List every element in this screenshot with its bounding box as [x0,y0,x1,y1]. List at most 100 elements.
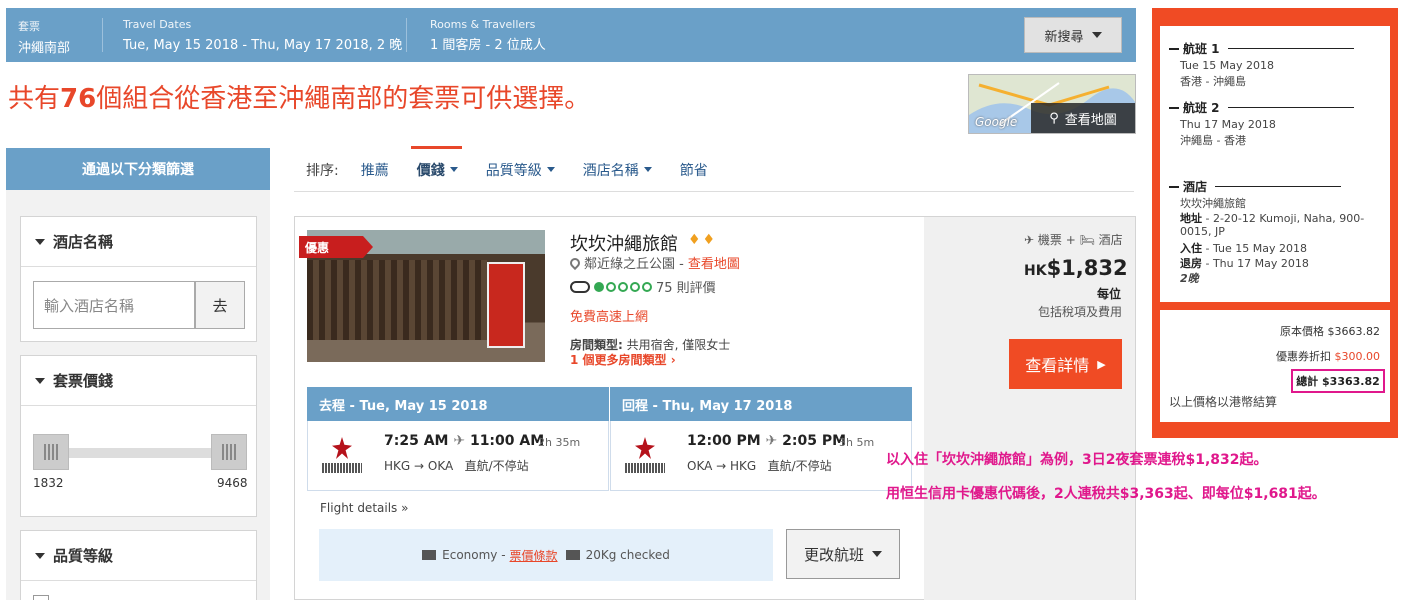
rooms-travellers-field[interactable]: Rooms & Travellers 1 間客房 - 2 位成人 [430,18,546,53]
hotel-name-input[interactable]: 輸入酒店名稱 [33,281,195,329]
results-count: 76 [60,84,97,114]
filter-title: 通過以下分類篩選 [6,148,270,198]
map-pin-icon [567,255,583,270]
hotel-photo-vending-machine [487,262,525,348]
price-filter-heading: 套票價錢 [53,372,114,390]
return-arrive-time: 2:05 PM [782,433,847,449]
sort-quality[interactable]: 品質等級 [486,160,555,180]
chevron-down-icon [546,167,555,172]
annotation-line-1: 以入住「坎坎沖繩旅館」為例，3日2夜套票連稅$1,832起。 [886,452,1268,468]
quality-filter-header[interactable]: 品質等級 [21,531,256,581]
search-summary-bar: 套票 沖繩南部 Travel Dates Tue, May 15 2018 - … [6,8,1136,62]
airplane-icon: ✈ [453,433,466,449]
change-flight-button[interactable]: 更改航班 [786,529,900,579]
summary-original-label: 原本價格 [1280,325,1324,338]
chevron-down-icon [35,377,45,384]
return-times: 12:00 PM ✈ 2:05 PM [687,433,846,449]
summary-coupon-discount: 優惠券折扣 $300.00 [1240,348,1380,364]
airplane-icon: ✈ [1024,233,1035,247]
view-map-button[interactable]: ⚲ 查看地圖 [1031,103,1135,133]
quality-filter-heading: 品質等級 [53,547,114,565]
summary-original-value: $3663.82 [1327,325,1381,338]
summary-checkin-value: - Tue 15 May 2018 [1205,242,1307,255]
filter-title-label: 通過以下分類篩選 [82,162,194,178]
flight-details-link[interactable]: Flight details » [320,501,408,515]
summary-checkout-label: 退房 [1180,257,1202,270]
sort-option-label: 酒店名稱 [582,162,639,179]
divider [406,18,407,52]
summary-hotel-name: 坎坎沖繩旅館 [1180,197,1246,210]
price-value: $1,832 [1046,256,1128,280]
price-currency: HK [1024,263,1047,279]
summary-flight1-title: 航班 1 [1169,40,1354,57]
tripadvisor-reviews[interactable]: 75 則評價 [570,277,716,296]
price-filter: 套票價錢 1832 9468 [20,355,257,517]
summary-flight1-title-text: 航班 1 [1183,42,1220,56]
quality-filter: 品質等級 [20,530,257,600]
package-field[interactable]: 套票 沖繩南部 [18,18,70,56]
package-type-flight: 機票 [1037,233,1062,247]
outbound-flight: 7:25 AM ✈ 11:00 AM 2h 35m HKG → OKA 直航/不… [307,421,609,491]
sort-option-label: 推薦 [360,162,389,179]
fare-rules-link[interactable]: 票價條款 [510,547,558,564]
package-type-hotel: 酒店 [1098,233,1123,247]
sort-recommended[interactable]: 推薦 [361,160,389,180]
summary-flight1-route: 香港 - 沖繩島 [1180,75,1246,88]
hotel-name-go-button[interactable]: 去 [195,281,245,329]
rating-bubble-icon [594,281,604,292]
chevron-down-icon [1091,32,1102,38]
sort-savings[interactable]: 節省 [680,160,708,180]
travel-dates-field[interactable]: Travel Dates Tue, May 15 2018 - Thu, May… [123,18,402,53]
hong-kong-airlines-logo [623,437,667,477]
chevron-down-icon [643,167,652,172]
new-search-label: 新搜尋 [1044,29,1084,45]
summary-coupon-value: $300.00 [1334,350,1381,363]
quality-checkbox[interactable] [33,595,49,600]
new-search-button[interactable]: 新搜尋 [1024,17,1122,53]
sort-bar: 排序: 推薦 價錢 品質等級 酒店名稱 節省 [294,145,1134,192]
view-details-button[interactable]: 查看詳情 ▶ [1009,339,1122,389]
outbound-times: 7:25 AM ✈ 11:00 AM [384,433,544,449]
outbound-duration: 2h 35m [538,436,581,449]
price-slider-track[interactable] [43,448,233,458]
map-thumbnail[interactable]: Google ⚲ 查看地圖 [968,74,1136,134]
summary-flight2-date: Thu 17 May 2018 [1180,118,1276,131]
sort-label: 排序: [306,162,339,179]
summary-total-value: $3363.82 [1322,374,1380,388]
price-slider-min-handle[interactable] [33,434,69,470]
price-filter-header[interactable]: 套票價錢 [21,356,256,406]
chevron-down-icon [35,238,45,245]
hotel-name-filter-header[interactable]: 酒店名稱 [21,217,256,267]
summary-total-label: 總計 [1296,375,1319,388]
summary-address-line1: - 2-20-12 Kumoji, Naha, 900- [1205,212,1365,225]
rating-bubble-icon [618,281,628,292]
travel-dates-label: Travel Dates [123,18,192,31]
search-icon: ⚲ [1049,110,1059,126]
outbound-depart-time: 7:25 AM [384,433,449,449]
rating-bubble-icon [606,281,616,292]
chevron-down-icon [449,167,458,172]
fare-info: Economy - 票價條款 20Kg checked [319,529,773,581]
hotel-photo-facade [307,260,487,340]
rating-bubble-icon [642,281,652,292]
return-flight-header: 回程 - Thu, May 17 2018 [610,387,912,421]
change-flight-label: 更改航班 [803,545,864,564]
google-logo: Google [975,115,1018,129]
hotel-map-link[interactable]: 查看地圖 [688,253,740,272]
hotel-name-filter-heading: 酒店名稱 [53,233,114,251]
price-max-label: 9468 [217,476,248,490]
rooms-travellers-value: 1 間客房 - 2 位成人 [430,38,546,53]
hong-kong-airlines-logo [320,437,364,477]
review-count: 75 則評價 [656,281,716,296]
price-slider-max-handle[interactable] [211,434,247,470]
sort-price[interactable]: 價錢 [410,145,462,180]
summary-address-line2: 0015, JP [1180,225,1225,238]
chevron-down-icon [35,552,45,559]
summary-address-label: 地址 [1180,212,1202,225]
sort-option-label: 價錢 [416,162,445,179]
headline-prefix: 共有 [8,84,61,114]
more-room-types-link[interactable]: 1 個更多房間類型 › [570,351,676,368]
rooms-travellers-label: Rooms & Travellers [430,18,536,31]
sort-hotel-name[interactable]: 酒店名稱 [583,160,652,180]
room-type-value: 共用宿舍, 僅限女士 [626,338,731,352]
